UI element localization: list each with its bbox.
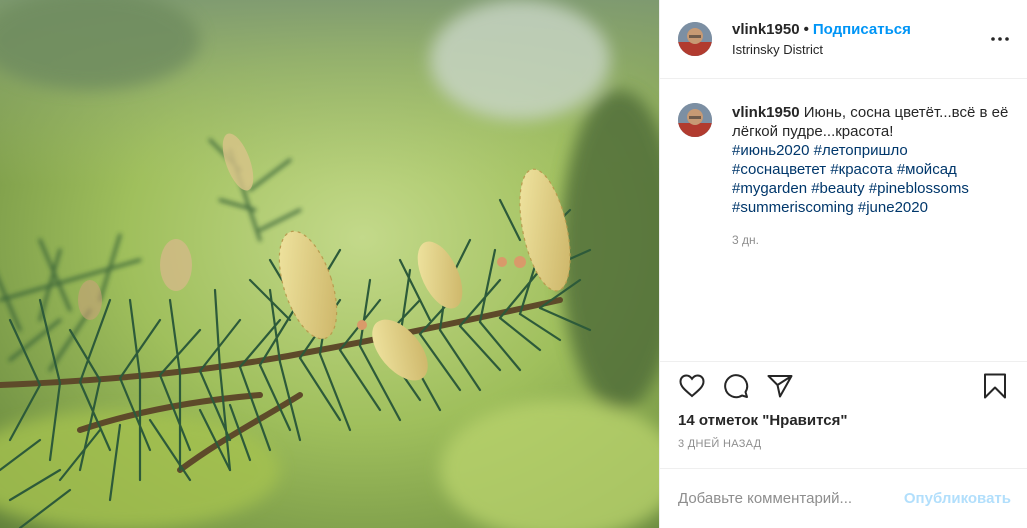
hashtags: #июнь2020 #летопришло #соснацветет #крас… [732, 141, 1011, 217]
follow-button[interactable]: Подписаться [813, 21, 911, 38]
header-line: vlink1950 • Подписаться [732, 21, 989, 39]
hashtag-link[interactable]: #summeriscoming [732, 199, 854, 216]
post-sidebar: vlink1950 • Подписаться Istrinsky District [659, 0, 1027, 528]
location-link[interactable]: Istrinsky District [732, 42, 989, 58]
post-header: vlink1950 • Подписаться Istrinsky District [660, 0, 1027, 79]
avatar-image [678, 22, 712, 56]
more-options-icon[interactable] [989, 28, 1011, 50]
comment-icon [724, 374, 749, 399]
caption-avatar[interactable] [678, 103, 712, 137]
header-text: vlink1950 • Подписаться Istrinsky District [732, 21, 989, 58]
caption-text-block: vlink1950 Июнь, сосна цветёт...всё в её … [732, 103, 1011, 141]
hashtag-link[interactable]: #соснацветет [732, 161, 826, 178]
save-button[interactable] [979, 370, 1011, 402]
comment-form: Опубликовать [660, 468, 1027, 528]
hashtag-link[interactable]: #june2020 [858, 199, 928, 216]
pine-branch-photo [0, 0, 659, 528]
hashtag-link[interactable]: #mygarden [732, 180, 807, 197]
heart-icon [679, 374, 705, 398]
publish-button[interactable]: Опубликовать [904, 490, 1011, 507]
caption-username[interactable]: vlink1950 [732, 104, 800, 121]
hashtag-link[interactable]: #красота [830, 161, 892, 178]
hashtag-link[interactable]: #мойсад [897, 161, 957, 178]
caption-body: vlink1950 Июнь, сосна цветёт...всё в её … [732, 103, 1011, 361]
hashtag-link[interactable]: #летопришло [814, 142, 908, 159]
comment-button[interactable] [720, 370, 752, 402]
avatar-image [678, 103, 712, 137]
caption-time[interactable]: 3 дн. [732, 231, 1011, 250]
header-username[interactable]: vlink1950 [732, 21, 800, 38]
hashtag-link[interactable]: #pineblossoms [869, 180, 969, 197]
header-separator: • [803, 20, 809, 38]
like-button[interactable] [676, 370, 708, 402]
likes-count[interactable]: 14 отметок "Нравится" [660, 410, 1027, 432]
more-horizontal-icon [991, 37, 1009, 41]
bookmark-icon [984, 373, 1006, 399]
instagram-post: vlink1950 • Подписаться Istrinsky District [0, 0, 1027, 528]
comment-input[interactable] [678, 490, 904, 507]
action-bar [660, 361, 1027, 410]
hashtag-link[interactable]: #июнь2020 [732, 142, 809, 159]
post-photo[interactable] [0, 0, 659, 528]
avatar[interactable] [678, 22, 712, 56]
caption-section: vlink1950 Июнь, сосна цветёт...всё в её … [660, 79, 1027, 361]
post-date[interactable]: 3 ДНЕЙ НАЗАД [660, 438, 1027, 454]
share-icon [767, 375, 793, 398]
share-button[interactable] [764, 370, 796, 402]
hashtag-link[interactable]: #beauty [811, 180, 864, 197]
